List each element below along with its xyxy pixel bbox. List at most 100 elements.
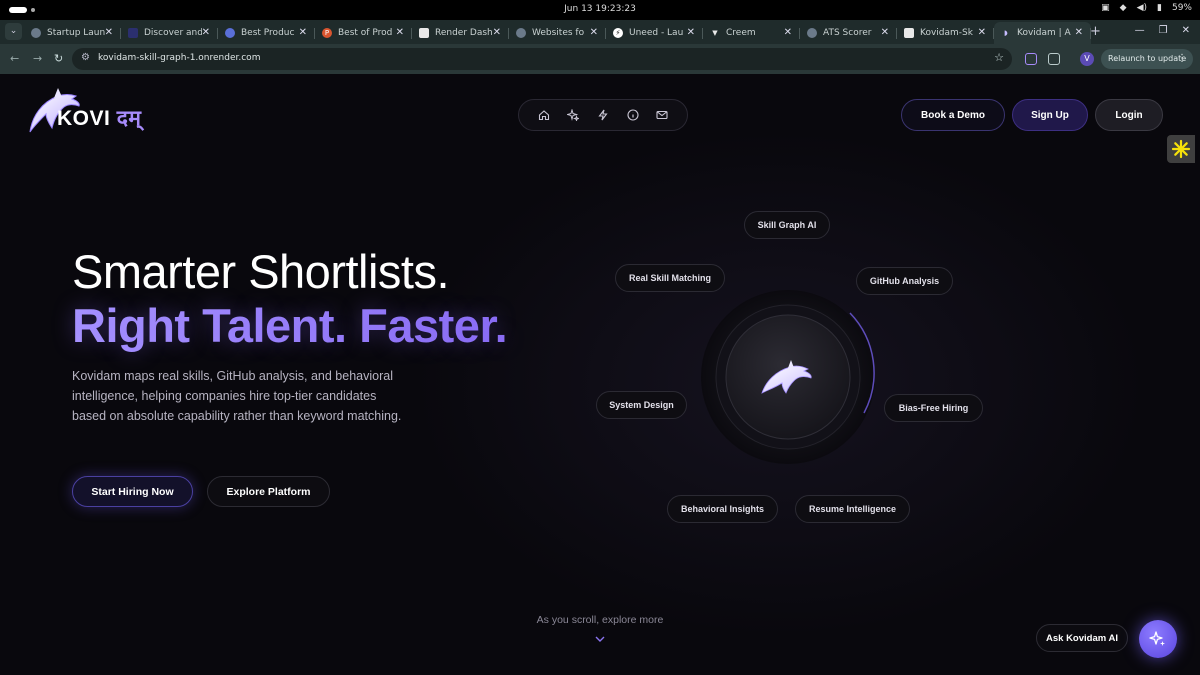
tab-title: Kovidam | A <box>1017 28 1071 38</box>
ai-assistant-button[interactable] <box>1139 620 1177 658</box>
browser-tab[interactable]: Kovidam-Sk ✕ <box>897 22 994 44</box>
chevron-down-icon[interactable] <box>594 634 606 644</box>
site-info-icon[interactable]: ⚙ <box>81 52 90 63</box>
browser-toolbar: ← → ↻ ⚙ kovidam-skill-graph-1.onrender.c… <box>0 44 1200 74</box>
browser-tab[interactable]: Discover and ✕ <box>121 22 218 44</box>
close-tab-icon[interactable]: ✕ <box>1075 27 1083 38</box>
scroll-hint: As you scroll, explore more <box>536 614 664 626</box>
minimize-icon[interactable]: — <box>1135 25 1145 36</box>
volume-icon: ◀) <box>1136 3 1148 13</box>
hero-title: Smarter Shortlists. <box>72 245 450 298</box>
sign-up-button[interactable]: Sign Up <box>1012 99 1088 131</box>
info-icon[interactable] <box>625 107 641 123</box>
tab-search-button[interactable]: ⌄ <box>5 23 22 40</box>
close-tab-icon[interactable]: ✕ <box>881 27 889 38</box>
reload-icon[interactable]: ↻ <box>54 52 63 65</box>
chip-system-design[interactable]: System Design <box>596 391 687 419</box>
tab-title: Render Dash <box>435 28 493 38</box>
chip-skill-graph-ai[interactable]: Skill Graph AI <box>744 211 830 239</box>
close-tab-icon[interactable]: ✕ <box>202 27 210 38</box>
relaunch-label: Relaunch to update <box>1108 54 1187 63</box>
close-tab-icon[interactable]: ✕ <box>687 27 695 38</box>
browser-tab[interactable]: P Best of Prod ✕ <box>315 22 412 44</box>
hero-subtitle: Right Talent. Faster. <box>72 299 508 352</box>
close-tab-icon[interactable]: ✕ <box>105 27 113 38</box>
browser-tab[interactable]: Render Dash ✕ <box>412 22 509 44</box>
web-page: KOVI दम् Book a Demo Sign Up Login Smart… <box>0 74 1200 675</box>
tab-title: Best Produc <box>241 28 295 38</box>
os-top-bar: Jun 13 19:23:23 ▣ ◆ ◀) ▮ 59% <box>0 0 1200 20</box>
chip-resume-intelligence[interactable]: Resume Intelligence <box>795 495 910 523</box>
tab-list: Startup Laun ✕ Discover and ✕ Best Produc ✕… <box>24 22 1091 44</box>
forward-arrow-icon[interactable]: → <box>33 52 42 65</box>
tab-title: ATS Scorer <box>823 28 872 38</box>
tab-title: Creem <box>726 28 756 38</box>
extension-icon[interactable] <box>1025 53 1037 65</box>
address-bar[interactable]: ⚙ kovidam-skill-graph-1.onrender.com ☆ <box>72 48 1012 70</box>
system-tray[interactable]: ▣ ◆ ◀) ▮ 59% <box>1101 3 1192 13</box>
brand-latin: KOVI <box>57 107 111 130</box>
close-tab-icon[interactable]: ✕ <box>493 27 501 38</box>
browser-tab[interactable]: Startup Laun ✕ <box>24 22 121 44</box>
tab-title: Uneed - Lau <box>629 28 684 38</box>
tab-favicon <box>807 28 817 38</box>
system-clock[interactable]: Jun 13 19:23:23 <box>0 4 1200 14</box>
close-tab-icon[interactable]: ✕ <box>299 27 307 38</box>
ask-ai-label[interactable]: Ask Kovidam AI <box>1036 624 1128 652</box>
profile-avatar[interactable]: V <box>1080 52 1094 66</box>
book-demo-button[interactable]: Book a Demo <box>901 99 1005 131</box>
close-tab-icon[interactable]: ✕ <box>784 27 792 38</box>
explore-platform-button[interactable]: Explore Platform <box>207 476 330 507</box>
tab-favicon: ⚡ <box>613 28 623 38</box>
extensions-puzzle-icon[interactable] <box>1048 53 1060 65</box>
window-controls: — ❐ ✕ <box>1135 25 1190 36</box>
relaunch-update-button[interactable]: Relaunch to update ⋮ <box>1101 49 1193 69</box>
home-icon[interactable] <box>536 107 552 123</box>
tab-favicon: ▼ <box>712 29 718 37</box>
tab-favicon <box>31 28 41 38</box>
back-arrow-icon[interactable]: ← <box>10 52 19 65</box>
login-button[interactable]: Login <box>1095 99 1163 131</box>
asterisk-icon <box>1171 139 1191 159</box>
tab-favicon <box>904 28 914 38</box>
icon-navigation <box>518 99 688 131</box>
battery-icon: ▮ <box>1157 3 1162 13</box>
chip-real-skill-matching[interactable]: Real Skill Matching <box>615 264 725 292</box>
chip-behavioral-insights[interactable]: Behavioral Insights <box>667 495 778 523</box>
close-tab-icon[interactable]: ✕ <box>396 27 404 38</box>
mail-icon[interactable] <box>654 107 670 123</box>
tab-favicon <box>225 28 235 38</box>
dolphin-favicon-icon: ◗ <box>1004 29 1008 37</box>
new-tab-button[interactable]: + <box>1090 24 1101 39</box>
tab-title: Startup Laun <box>47 28 105 38</box>
central-orb[interactable] <box>700 289 876 465</box>
tab-favicon <box>419 28 429 38</box>
browser-tab[interactable]: Best Produc ✕ <box>218 22 315 44</box>
close-tab-icon[interactable]: ✕ <box>978 27 986 38</box>
tab-favicon <box>516 28 526 38</box>
close-tab-icon[interactable]: ✕ <box>590 27 598 38</box>
close-window-icon[interactable]: ✕ <box>1182 25 1190 36</box>
side-extension-widget[interactable] <box>1167 135 1195 163</box>
bolt-icon[interactable] <box>595 107 611 123</box>
sparkle-icon[interactable] <box>565 107 581 123</box>
battery-percent: 59% <box>1171 3 1192 13</box>
tab-title: Websites fo <box>532 28 585 38</box>
start-hiring-button[interactable]: Start Hiring Now <box>72 476 193 507</box>
browser-tab[interactable]: ⚡ Uneed - Lau ✕ <box>606 22 703 44</box>
browser-tab-active[interactable]: ◗ Kovidam | A ✕ <box>994 22 1091 44</box>
restore-icon[interactable]: ❐ <box>1159 25 1168 36</box>
bookmark-star-icon[interactable]: ☆ <box>994 51 1004 64</box>
brand-logo[interactable]: KOVI दम् <box>24 82 164 138</box>
browser-tab[interactable]: Websites fo ✕ <box>509 22 606 44</box>
url-text[interactable]: kovidam-skill-graph-1.onrender.com <box>98 53 260 63</box>
more-vert-icon[interactable]: ⋮ <box>1177 49 1187 69</box>
brand-devanagari: दम् <box>116 107 142 130</box>
screen-share-icon: ▣ <box>1101 3 1110 13</box>
chip-bias-free-hiring[interactable]: Bias-Free Hiring <box>884 394 983 422</box>
browser-tab[interactable]: ATS Scorer ✕ <box>800 22 897 44</box>
tab-title: Best of Prod <box>338 28 393 38</box>
browser-tab[interactable]: ▼ Creem ✕ <box>703 22 800 44</box>
sparkle-icon <box>1149 631 1165 646</box>
browser-tab-strip: ⌄ Startup Laun ✕ Discover and ✕ Best Produ… <box>0 20 1200 44</box>
